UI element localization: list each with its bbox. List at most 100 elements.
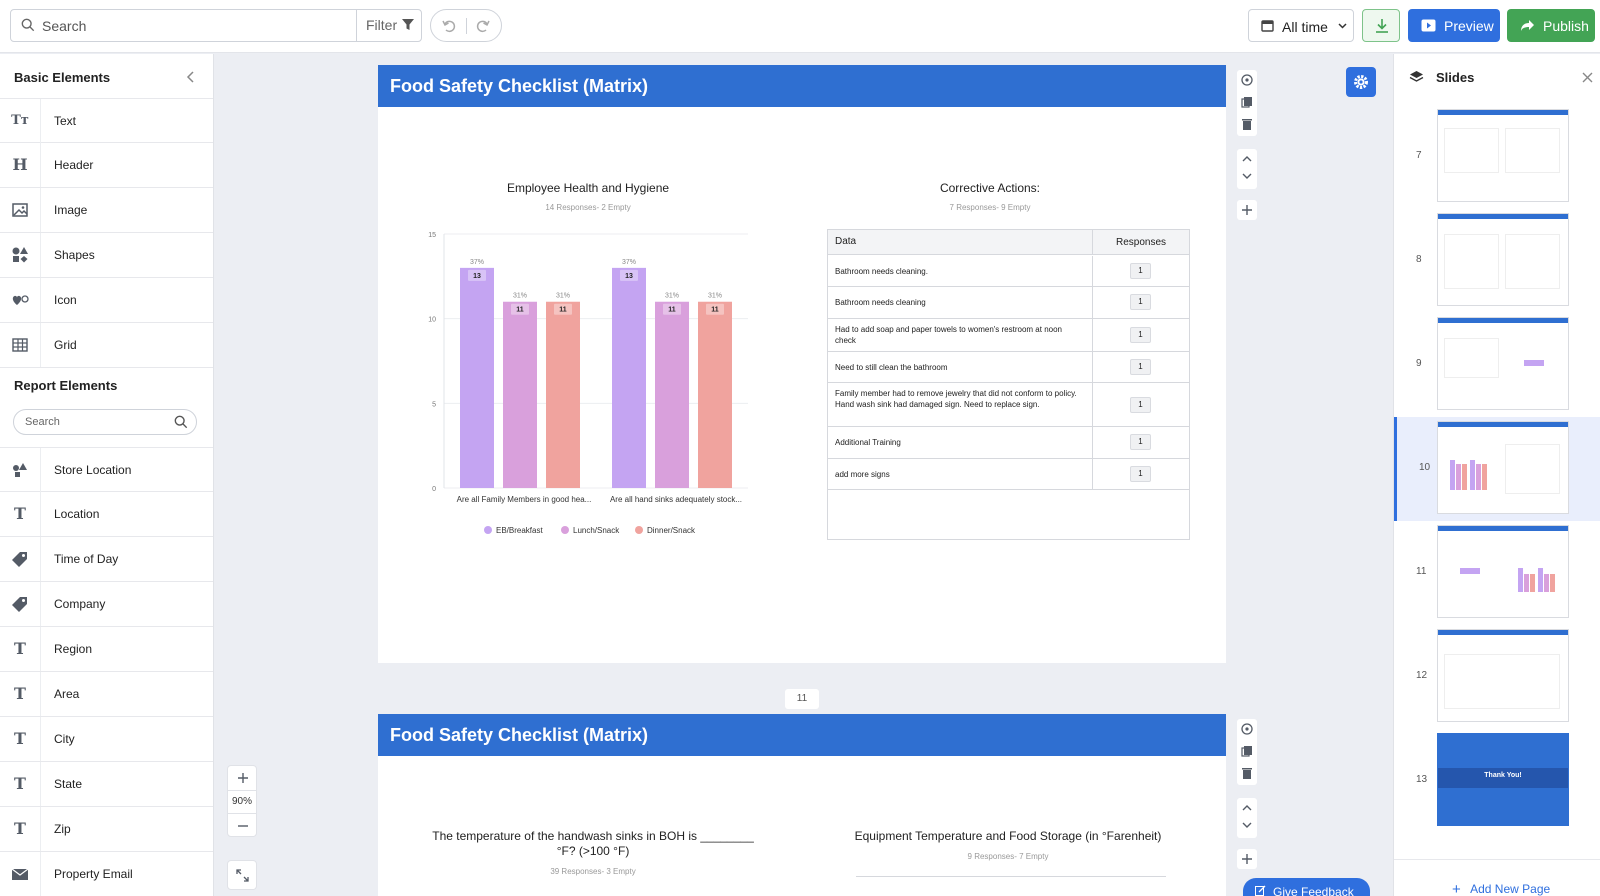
legend-swatch (635, 526, 643, 534)
report-element-zip[interactable]: T Zip (0, 807, 213, 852)
slide-thumbnail-11[interactable]: 11 (1394, 521, 1600, 625)
report-search-input[interactable]: Search (13, 409, 197, 435)
bar (546, 301, 580, 488)
slide-thumbnail-7[interactable]: 7 (1394, 105, 1600, 209)
basic-element-icon[interactable]: Icon (0, 278, 213, 323)
slide-thumbnail-10[interactable]: 10 (1394, 417, 1600, 521)
redo-icon[interactable] (475, 18, 491, 34)
slide-thumbnail-8[interactable]: 8 (1394, 209, 1600, 313)
basic-element-grid[interactable]: Grid (0, 323, 213, 368)
table-row: Bathroom needs cleaning 1 (828, 287, 1189, 319)
table-top-border (856, 876, 1166, 877)
report-element-time-of-day[interactable]: Time of Day (0, 537, 213, 582)
copy-icon[interactable] (1241, 96, 1253, 108)
icon-cell: H (0, 143, 41, 187)
chevron-up-icon[interactable] (1242, 155, 1252, 162)
chart-subtitle: 14 Responses- 2 Empty (545, 203, 631, 212)
basic-elements-title: Basic Elements (14, 70, 111, 85)
chevron-down-icon[interactable] (1242, 173, 1252, 180)
slide-title[interactable]: Food Safety Checklist (Matrix) (390, 725, 648, 746)
slide-title[interactable]: Food Safety Checklist (Matrix) (390, 76, 648, 97)
thumb-badge (1460, 568, 1480, 574)
slide-actions (1237, 719, 1257, 785)
report-element-store-location[interactable]: Store Location (0, 447, 213, 492)
trash-icon[interactable] (1241, 118, 1253, 130)
text-icon: T (14, 819, 26, 838)
chevron-down-icon[interactable] (1242, 822, 1252, 829)
icon-cell (0, 537, 41, 581)
slide-thumbnail-9[interactable]: 9 (1394, 313, 1600, 417)
corrective-actions-table: Data Responses Bathroom needs cleaning. … (827, 229, 1190, 540)
chart-subtitle: 39 Responses- 3 Empty (550, 867, 636, 876)
chart-title: Employee Health and Hygiene (506, 181, 670, 195)
thumb-bar (1550, 574, 1555, 592)
thumb-bar (1456, 464, 1461, 490)
chevron-up-icon[interactable] (1242, 804, 1252, 811)
report-element-property-email[interactable]: Property Email (0, 852, 213, 896)
basic-element-image[interactable]: Image (0, 188, 213, 233)
icon-cell (0, 188, 41, 232)
response-cell: 1 (1092, 427, 1189, 458)
report-element-location[interactable]: T Location (0, 492, 213, 537)
legend-label: Dinner/Snack (647, 526, 696, 535)
time-range-select[interactable]: All time (1248, 9, 1354, 42)
icon-cell: T (0, 492, 41, 536)
report-element-region[interactable]: T Region (0, 627, 213, 672)
copy-icon[interactable] (1241, 745, 1253, 757)
settings-button[interactable] (1346, 67, 1376, 97)
basic-element-shapes[interactable]: Shapes (0, 233, 213, 278)
zoom-out-icon[interactable] (237, 820, 249, 832)
time-range-value: All time (1282, 19, 1328, 35)
row-text: Bathroom needs cleaning. (835, 267, 928, 276)
palette-icon[interactable] (1241, 723, 1253, 735)
grid-icon (12, 338, 28, 352)
bar-value-label: 11 (711, 307, 719, 314)
report-element-company[interactable]: Company (0, 582, 213, 627)
undo-icon[interactable] (441, 18, 457, 34)
slide-thumbnail-12[interactable]: 12 (1394, 625, 1600, 729)
zoom-in-icon[interactable] (237, 772, 249, 784)
calendar-icon (1261, 20, 1274, 32)
trash-icon[interactable] (1241, 767, 1253, 779)
search-input[interactable]: Search Filter (10, 9, 422, 42)
x-category-label: Are all Family Members in good hea... (457, 495, 592, 504)
x-category-label: Are all hand sinks adequately stock... (610, 495, 742, 504)
row-text: add more signs (835, 470, 890, 479)
download-button[interactable] (1362, 9, 1400, 42)
response-count: 1 (1130, 434, 1151, 450)
slide-thumbnail-13[interactable]: 13 Thank You! (1394, 729, 1600, 833)
add-slide-control[interactable] (1237, 200, 1257, 220)
slide-number: 7 (1416, 150, 1422, 161)
add-new-page-button[interactable]: + Add New Page (1452, 880, 1550, 896)
response-count: 1 (1130, 294, 1151, 310)
slide-11[interactable]: Food Safety Checklist (Matrix) The tempe… (378, 714, 1226, 896)
publish-button[interactable]: Publish (1507, 9, 1595, 42)
report-element-state[interactable]: T State (0, 762, 213, 807)
text-size-icon: Tт (11, 113, 29, 128)
basic-element-header[interactable]: H Header (0, 143, 213, 188)
collapse-panel-icon[interactable] (186, 71, 194, 83)
report-element-city[interactable]: T City (0, 717, 213, 762)
element-label: Icon (54, 293, 77, 307)
thumbnail-header (1438, 526, 1568, 531)
table-subtitle: 7 Responses- 9 Empty (949, 203, 1031, 212)
preview-button[interactable]: Preview (1408, 9, 1500, 42)
element-label: Region (54, 642, 93, 656)
basic-element-text[interactable]: Tт Text (0, 98, 213, 143)
fullscreen-button[interactable] (227, 860, 257, 890)
column-header-responses: Responses (1092, 230, 1189, 255)
bar (612, 267, 646, 488)
y-tick-label: 0 (432, 486, 436, 493)
filter-button[interactable]: Filter (356, 10, 422, 41)
filter-icon (402, 19, 414, 30)
zoom-divider (228, 790, 256, 791)
expand-icon (236, 869, 249, 882)
give-feedback-button[interactable]: Give Feedback (1243, 878, 1370, 896)
element-label: Shapes (54, 248, 95, 262)
close-icon[interactable] (1582, 72, 1593, 83)
response-cell: 1 (1092, 383, 1189, 426)
elements-panel: Basic Elements Tт Text H Header Image Sh… (0, 54, 214, 896)
palette-icon[interactable] (1241, 74, 1253, 86)
add-slide-control[interactable] (1237, 849, 1257, 869)
report-element-area[interactable]: T Area (0, 672, 213, 717)
